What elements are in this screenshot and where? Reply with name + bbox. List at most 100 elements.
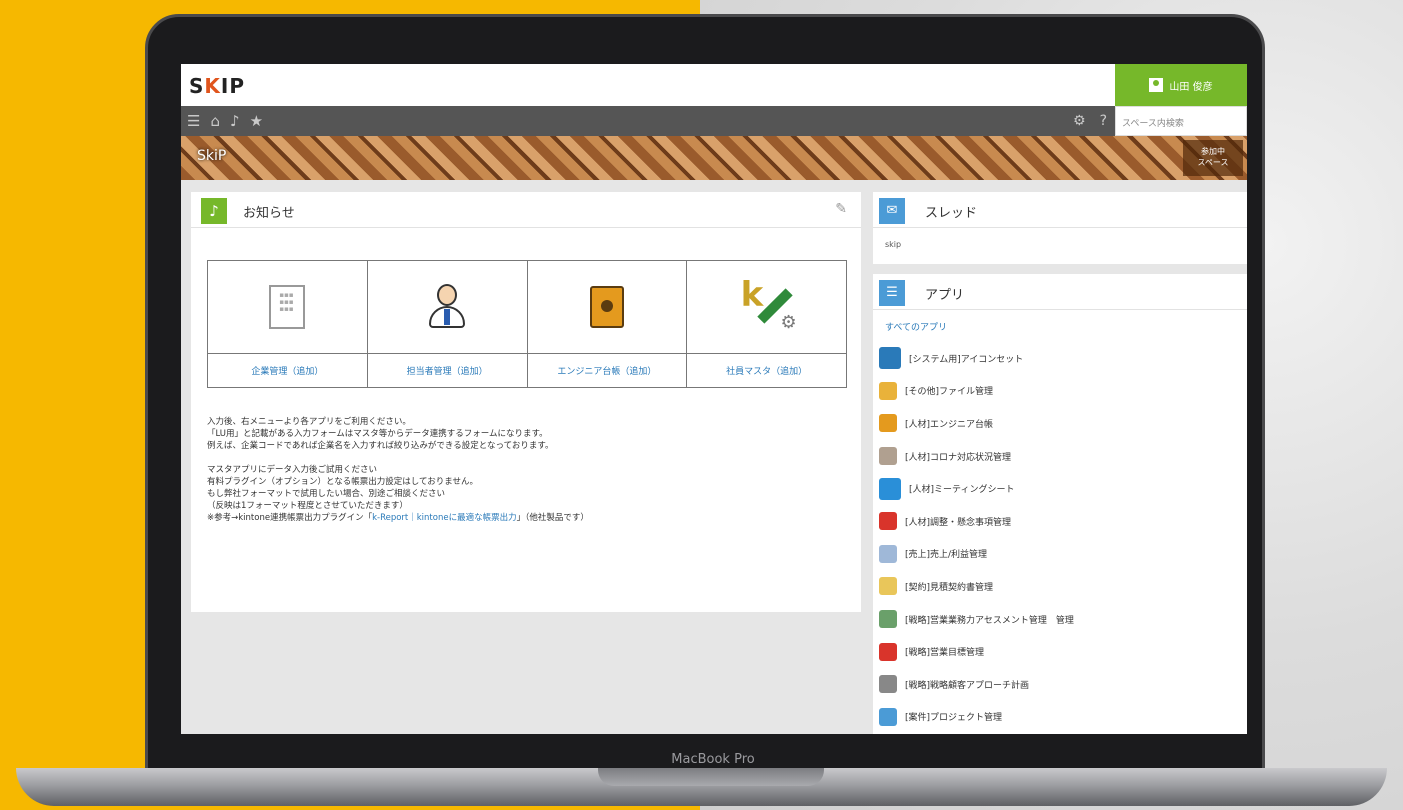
joined-spaces-line2: スペース [1197,158,1229,167]
app-label: [人材]調整・懸念事項管理 [905,517,1012,528]
app-shortcut-label[interactable]: エンジニア台帳（追加） [528,354,687,377]
apps-title: アプリ [925,288,965,303]
app-list-item[interactable]: [売上]売上/利益管理 [879,538,1241,571]
thread-header: ✉ スレッド [873,192,1247,228]
joined-spaces-line1: 参加中 [1201,147,1225,156]
space-banner: SkiP 参加中 スペース [181,136,1247,180]
app-shortcut-employee[interactable]: k ⚙ 社員マスタ（追加） [687,261,846,387]
app-icon [879,381,897,400]
app-list: [システム用]アイコンセット [その他]ファイル管理 [人材]エンジニア台帳 [… [879,342,1241,733]
joined-spaces-button[interactable]: 参加中 スペース [1183,140,1243,176]
apps-header: ☰ アプリ [873,274,1247,310]
app-label: [人材]エンジニア台帳 [905,419,994,430]
user-name: 山田 俊彦 [1169,81,1213,93]
app-list-item[interactable]: [人材]ミーティングシート [879,472,1241,505]
notice-bell-icon: ♪ [201,198,227,224]
star-icon[interactable]: ★ [250,112,263,130]
app-list-item[interactable]: [戦略]営業業務力アセスメント管理 管理 [879,603,1241,636]
app-icon [879,544,897,563]
thread-title: スレッド [925,206,978,221]
app-list-item[interactable]: [戦略]営業目標管理 [879,635,1241,668]
app-label: [人材]ミーティングシート [909,485,1015,496]
app-shortcut-label[interactable]: 企業管理（追加） [208,354,367,377]
search-input[interactable]: スペース内検索 [1115,106,1247,136]
list-icon: ☰ [879,280,905,306]
app-icon [879,347,901,370]
app-list-item[interactable]: [人材]エンジニア台帳 [879,407,1241,440]
app-list-item[interactable]: [契約]見積契約書管理 [879,570,1241,603]
app-list-item[interactable]: [案件]プロジェクト管理 [879,701,1241,734]
app-label: [人材]コロナ対応状況管理 [905,452,1012,463]
apps-panel: ☰ アプリ すべてのアプリ [システム用]アイコンセット [その他]ファイル管理… [873,274,1247,734]
app-screen: SKIP 山田 俊彦 ☰ ⌂ ♪ ★ ⚙ ? スペース内検索 SkiP 参加中 … [181,64,1247,734]
person-icon [427,284,467,330]
app-list-item[interactable]: [その他]ファイル管理 [879,375,1241,408]
notice-ref-prefix: ※参考→kintone連携帳票出力プラグイン「 [207,513,373,523]
notice-ref-suffix: 」（他社製品です） [516,513,589,523]
notice-title: お知らせ [243,206,295,221]
app-icon [879,414,897,433]
address-book-icon [589,286,624,328]
notice-line: もし弊社フォーマットで試用したい場合、別途ご相談ください [207,489,446,499]
app-list-item[interactable]: [人材]調整・懸念事項管理 [879,505,1241,538]
app-shortcut-label[interactable]: 担当者管理（追加） [368,354,527,377]
notice-line: 有料プラグイン（オプション）となる帳票出力設定はしておりません。 [207,477,478,487]
bell-icon[interactable]: ♪ [230,112,240,130]
thread-panel: ✉ スレッド skip [873,192,1247,264]
app-label: [戦略]営業業務力アセスメント管理 管理 [905,615,1074,626]
app-label: [戦略]戦略顧客アプローチ計画 [905,680,1030,691]
thread-item[interactable]: skip [885,240,901,249]
speech-bubble-icon: ✉ [879,198,905,224]
laptop-notch [598,768,824,786]
notice-panel: ♪ お知らせ ✎ 企業管理（追加） 担当者管理（追加） エンジニア台帳（追加） [191,192,861,612]
notice-header: ♪ お知らせ ✎ [191,192,861,228]
menu-icon[interactable]: ☰ [187,112,200,130]
top-bar: SKIP 山田 俊彦 [181,64,1247,106]
notice-line: 「LU用」と記載がある入力フォームはマスタ等からデータ連携するフォームになります… [207,429,548,439]
app-list-item[interactable]: [人材]コロナ対応状況管理 [879,440,1241,473]
app-label: [契約]見積契約書管理 [905,582,994,593]
app-shortcut-grid: 企業管理（追加） 担当者管理（追加） エンジニア台帳（追加） k⚙ 社員マスタ（… [207,260,847,388]
app-list-item[interactable]: [戦略]戦略顧客アプローチ計画 [879,668,1241,701]
notice-paragraph-2: マスタアプリにデータ入力後ご試用ください 有料プラグイン（オプション）となる帳票… [207,464,847,524]
all-apps-link[interactable]: すべてのアプリ [885,320,947,333]
logo-k: K [204,74,221,98]
notice-line: 例えば、企業コードであれば企業名を入力すれば絞り込みができる設定となっております… [207,441,554,451]
app-label: [戦略]営業目標管理 [905,648,985,659]
building-icon [269,285,306,329]
app-logo[interactable]: SKIP [189,74,245,98]
user-icon [1149,78,1164,92]
app-icon [879,675,897,694]
app-shortcut-engineer[interactable]: エンジニア台帳（追加） [527,261,688,387]
logo-s: S [189,74,205,98]
kintone-pencil-icon: k ⚙ [740,275,797,333]
notice-line: マスタアプリにデータ入力後ご試用ください [207,465,378,475]
app-icon [879,610,897,629]
app-icon [879,477,901,500]
k-report-link[interactable]: k-Report｜kintoneに最適な帳票出力 [372,513,517,523]
app-shortcut-contact[interactable]: 担当者管理（追加） [367,261,528,387]
notice-line: 入力後、右メニューより各アプリをご利用ください。 [207,417,411,427]
edit-icon[interactable]: ✎ [835,201,847,217]
help-icon[interactable]: ? [1100,113,1107,129]
app-label: [その他]ファイル管理 [905,387,994,398]
banner-title: SkiP [197,148,227,164]
gear-icon[interactable]: ⚙ [1073,113,1086,129]
nav-bar: ☰ ⌂ ♪ ★ ⚙ ? スペース内検索 [181,106,1247,136]
app-shortcut-label[interactable]: 社員マスタ（追加） [687,354,846,377]
user-menu[interactable]: 山田 俊彦 [1115,64,1247,106]
notice-paragraph-1: 入力後、右メニューより各アプリをご利用ください。 「LU用」と記載がある入力フォ… [207,416,847,452]
app-label: [システム用]アイコンセット [909,354,1024,365]
app-label: [売上]売上/利益管理 [905,550,988,561]
app-icon [879,447,897,466]
notice-body: 入力後、右メニューより各アプリをご利用ください。 「LU用」と記載がある入力フォ… [207,416,847,536]
notice-line: （反映は1フォーマット程度とさせていただきます） [207,501,408,511]
app-icon [879,707,897,726]
app-list-item[interactable]: [システム用]アイコンセット [879,342,1241,375]
app-icon [879,577,897,596]
logo-ip: IP [220,74,246,98]
home-icon[interactable]: ⌂ [210,112,220,130]
app-icon [879,642,897,661]
app-shortcut-company[interactable]: 企業管理（追加） [208,261,368,387]
app-icon [879,512,897,531]
